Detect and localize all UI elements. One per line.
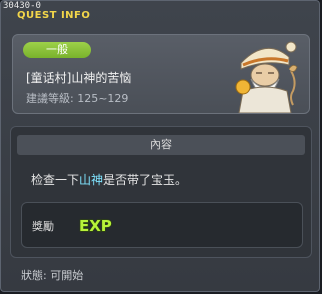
quest-name: [童话村]山神的苦恼: [26, 71, 132, 85]
npc-name-highlight: 山神: [79, 173, 104, 187]
mountain-god-portrait-icon: [235, 41, 298, 113]
category-badge: 一般: [23, 42, 91, 58]
quest-content-panel: 內容 检查一下山神是否带了宝玉。 獎勵 EXP: [10, 126, 312, 258]
quest-description: 检查一下山神是否带了宝玉。: [31, 171, 187, 188]
exp-icon-text: EXP: [79, 217, 112, 235]
reward-box: 獎勵 EXP: [21, 202, 303, 248]
quest-summary-panel: 一般 [童话村]山神的苦恼 建議等級: 125~129: [12, 34, 310, 114]
window-title: QUEST INFO: [17, 10, 91, 21]
title-bar[interactable]: 30430-0 QUEST INFO: [1, 1, 321, 25]
exp-icon: EXP: [78, 216, 112, 235]
desc-text-1: 检查一下: [31, 173, 80, 187]
reward-label: 獎勵: [32, 220, 54, 233]
quest-status: 狀態: 可開始: [21, 269, 84, 282]
desc-text-2: 是否带了宝玉。: [103, 173, 188, 187]
quest-info-window: 30430-0 QUEST INFO 一般 [童话村]山神的苦恼 建議等級: 1…: [0, 0, 320, 292]
recommended-level: 建議等級: 125~129: [26, 92, 129, 105]
content-header: 內容: [17, 135, 305, 155]
